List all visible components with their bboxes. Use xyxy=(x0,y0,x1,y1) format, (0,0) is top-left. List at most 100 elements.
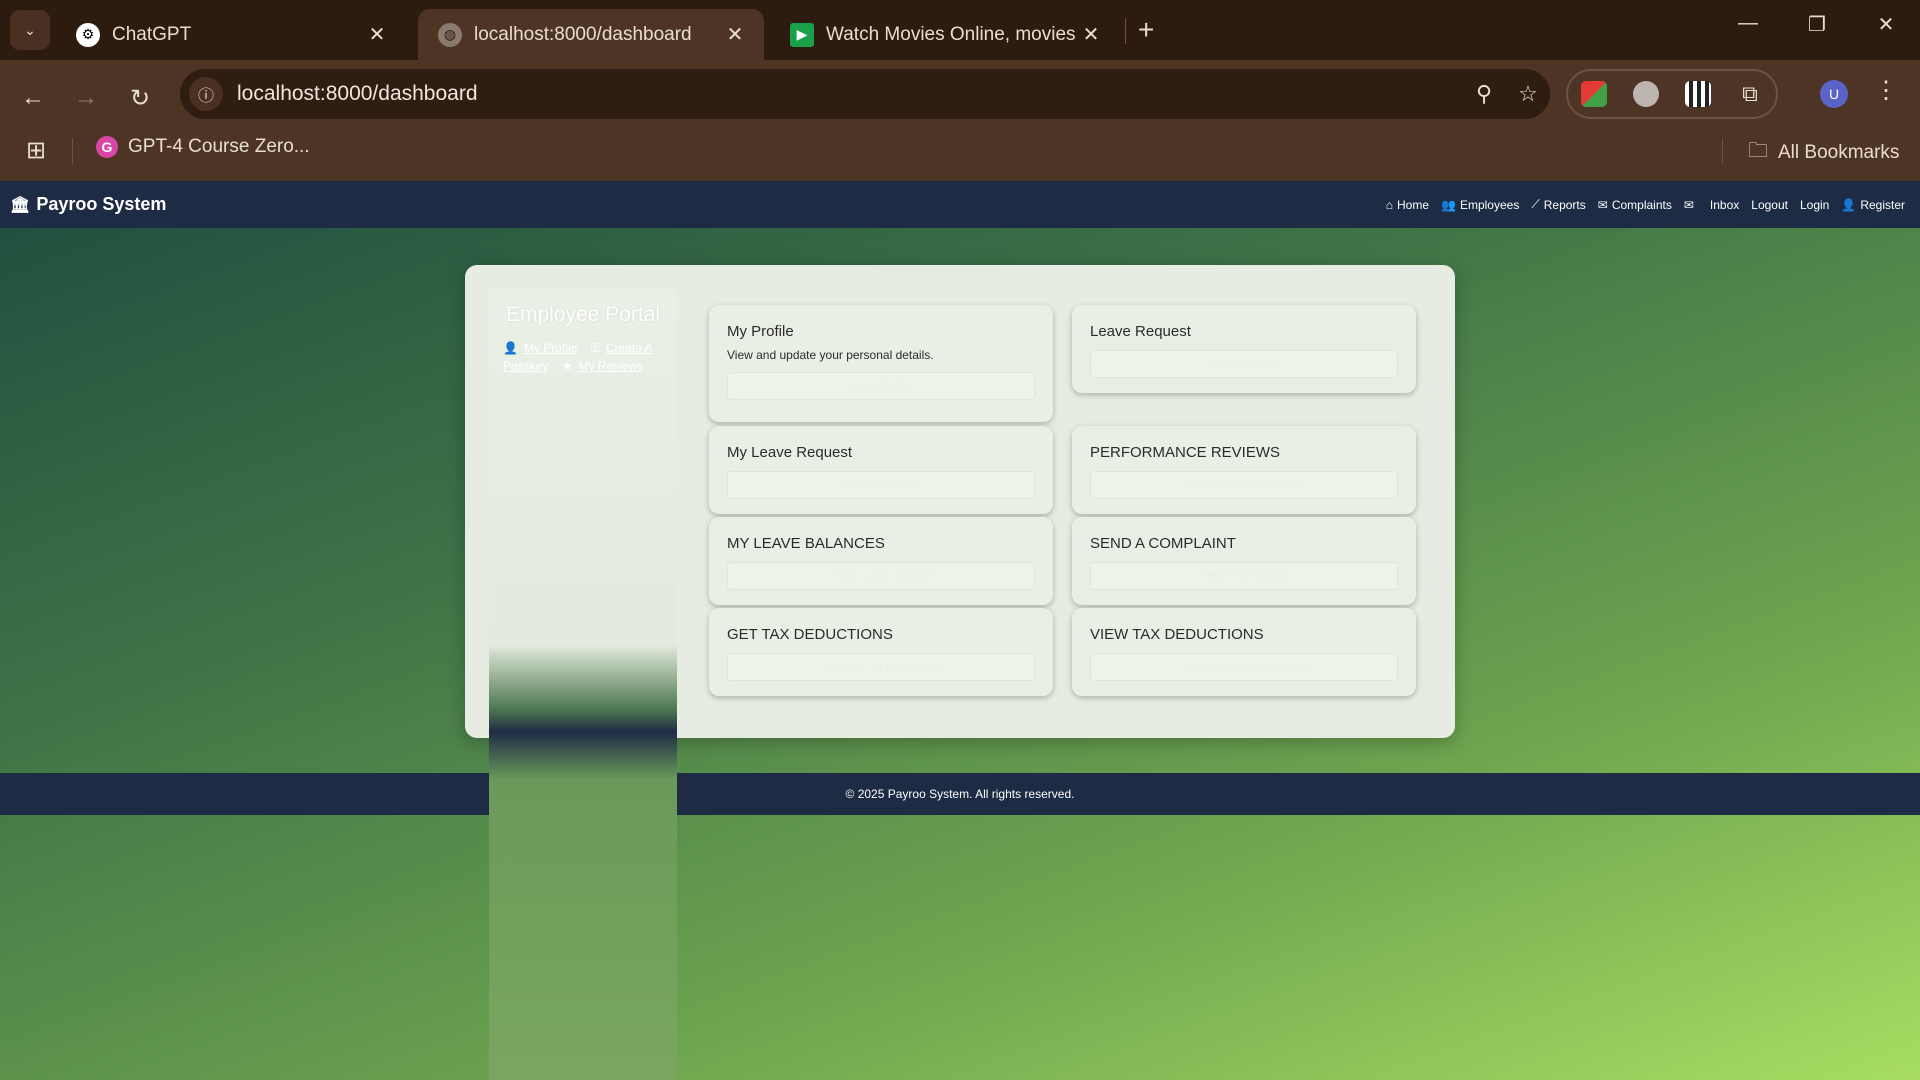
card-title: My Leave Request xyxy=(727,444,853,461)
nav-label: Logout xyxy=(1751,197,1788,212)
nav-login[interactable]: Login xyxy=(1800,198,1829,212)
nav-logout[interactable]: Logout xyxy=(1751,198,1788,212)
tab-search-button[interactable]: ⌄ xyxy=(10,10,50,50)
tab-dashboard[interactable]: ◍ localhost:8000/dashboard ✕ xyxy=(418,9,764,60)
mail-icon: ✉ xyxy=(1683,197,1694,212)
star-icon[interactable]: ☆ xyxy=(1506,81,1550,107)
employee-portal-sidebar: Employee Portal 👤 My Profile ⚿ Create A Pa… xyxy=(489,289,677,1080)
apps-grid-icon[interactable]: ⊞ xyxy=(26,136,46,165)
forward-button[interactable]: → xyxy=(68,80,104,116)
translate-extension-icon[interactable] xyxy=(1581,81,1607,107)
card-title: SEND A COMPLAINT xyxy=(1090,535,1236,552)
address-bar[interactable]: ⓘ localhost:8000/dashboard ⚲ ☆ xyxy=(180,69,1550,119)
qr-code-icon[interactable] xyxy=(1685,81,1711,107)
nav-label: Register xyxy=(1860,197,1905,212)
card-title: MY LEAVE BALANCES xyxy=(727,535,885,552)
nav-employees[interactable]: 👥 Employees xyxy=(1441,198,1519,212)
app-navbar: 🏛 Payroo System ⌂ Home 👥 Employees ⟋ Report… xyxy=(0,181,1920,228)
card-title: PERFORMANCE REVIEWS xyxy=(1090,444,1281,461)
reload-button[interactable]: ↻ xyxy=(122,80,158,116)
g-logo-icon: G xyxy=(96,136,118,158)
play-icon: ▶ xyxy=(790,22,814,47)
card-get-tax-deductions: GET TAX DEDUCTIONS Get your Tax Deductio… xyxy=(709,608,1053,696)
nav-mail[interactable]: ✉ xyxy=(1684,198,1698,212)
card-title: My Profile xyxy=(727,323,794,340)
leave-requests-button[interactable]: Leave Requests xyxy=(727,471,1035,499)
chart-icon: ⟋ xyxy=(1531,197,1540,211)
card-my-leave-request: My Leave Request Leave Requests xyxy=(709,426,1053,514)
nav-label: Login xyxy=(1799,197,1830,212)
go-to-profile-button[interactable]: Go to Profile xyxy=(727,372,1035,400)
sidebar-link-my-profile[interactable]: My Profile xyxy=(524,341,577,355)
chatgpt-icon: ⚙ xyxy=(76,22,100,47)
globe-icon: ◍ xyxy=(438,22,462,47)
close-icon[interactable]: ✕ xyxy=(1078,22,1104,47)
info-icon[interactable]: ⓘ xyxy=(189,77,223,111)
nav-label: Inbox xyxy=(1709,197,1740,212)
card-view-tax-deductions: VIEW TAX DEDUCTIONS View your Tax Deduct… xyxy=(1072,608,1416,696)
nav-home[interactable]: ⌂ Home xyxy=(1386,198,1429,212)
request-leave-button[interactable]: Request Leave xyxy=(1090,350,1398,378)
tab-title: Watch Movies Online, movies s xyxy=(826,23,1078,45)
tab-movies[interactable]: ▶ Watch Movies Online, movies s ✕ xyxy=(770,9,1120,60)
get-tax-deductions-button[interactable]: Get your Tax Deductions xyxy=(727,653,1035,681)
home-icon: ⌂ xyxy=(1385,197,1393,212)
extensions-area: ⧉ xyxy=(1566,69,1778,119)
bookmark-separator xyxy=(72,138,73,164)
all-bookmarks-label: All Bookmarks xyxy=(1778,142,1900,163)
nav-label: Employees xyxy=(1459,197,1520,212)
tab-title: ChatGPT xyxy=(112,23,192,45)
star-icon: ★ xyxy=(561,359,573,373)
globe-extension-icon[interactable] xyxy=(1633,81,1659,107)
bookmark-label: GPT-4 Course Zero... xyxy=(128,136,310,157)
nav-label: Complaints xyxy=(1611,197,1672,212)
profile-avatar[interactable]: U xyxy=(1820,80,1848,108)
users-icon: 👥 xyxy=(1441,197,1456,212)
all-bookmarks-button[interactable]: 🗀 All Bookmarks xyxy=(1748,136,1899,170)
envelope-icon: ✉ xyxy=(1597,197,1608,212)
tab-separator xyxy=(1125,18,1126,44)
close-icon[interactable]: ✕ xyxy=(364,22,390,47)
footer: © 2025 Payroo System. All rights reserve… xyxy=(0,773,1920,815)
card-performance-reviews: PERFORMANCE REVIEWS My Performance Ratin… xyxy=(1072,426,1416,514)
view-tax-deductions-button[interactable]: View your Tax Deductions xyxy=(1090,653,1398,681)
nav-label: Reports xyxy=(1543,197,1586,212)
bookmark-separator xyxy=(1722,138,1723,164)
url-text[interactable]: localhost:8000/dashboard xyxy=(237,82,1462,106)
performance-ratings-button[interactable]: My Performance Ratings xyxy=(1090,471,1398,499)
footer-text: © 2025 Payroo System. All rights reserve… xyxy=(845,787,1075,801)
restore-button[interactable]: ❐ xyxy=(1797,12,1837,37)
browser-toolbar: ← → ↻ ⓘ localhost:8000/dashboard ⚲ ☆ ⧉ U… xyxy=(0,60,1920,190)
card-my-leave-balances: MY LEAVE BALANCES Check Leave Balance xyxy=(709,517,1053,605)
nav-label: Home xyxy=(1396,197,1429,212)
nav-register[interactable]: 👤 Register xyxy=(1841,198,1905,212)
sidebar-link-my-reviews[interactable]: My Reviews xyxy=(578,359,643,373)
user-icon: 👤 xyxy=(503,341,518,355)
nav-complaints[interactable]: ✉ Complaints xyxy=(1598,198,1672,212)
zoom-icon[interactable]: ⚲ xyxy=(1462,81,1506,107)
key-icon: ⚿ xyxy=(590,341,600,355)
folder-icon: 🗀 xyxy=(1748,140,1768,162)
card-title: GET TAX DEDUCTIONS xyxy=(727,626,893,643)
new-tab-button[interactable]: + xyxy=(1138,14,1154,46)
brand-name: Payroo System xyxy=(36,194,167,214)
close-window-button[interactable]: ✕ xyxy=(1866,12,1906,37)
puzzle-icon[interactable]: ⧉ xyxy=(1737,81,1763,107)
check-leave-balance-button[interactable]: Check Leave Balance xyxy=(727,562,1035,590)
card-title: VIEW TAX DEDUCTIONS xyxy=(1090,626,1264,643)
tab-chatgpt[interactable]: ⚙ ChatGPT ✕ xyxy=(56,9,406,60)
card-my-profile: My Profile View and update your personal… xyxy=(709,305,1053,422)
send-complaint-button[interactable]: Send a Complaint xyxy=(1090,562,1398,590)
bookmark-item[interactable]: G GPT-4 Course Zero... xyxy=(96,136,310,158)
close-icon[interactable]: ✕ xyxy=(722,22,748,47)
minimize-button[interactable]: — xyxy=(1728,12,1768,35)
back-button[interactable]: ← xyxy=(15,80,51,116)
nav-inbox[interactable]: Inbox xyxy=(1710,198,1739,212)
menu-icon[interactable]: ⋮ xyxy=(1874,76,1898,105)
nav-reports[interactable]: ⟋ Reports xyxy=(1531,197,1585,212)
brand[interactable]: 🏛 Payroo System xyxy=(10,194,166,215)
bank-icon: 🏛 xyxy=(10,196,31,214)
tab-title: localhost:8000/dashboard xyxy=(474,23,692,45)
browser-tab-bar: ⌄ ⚙ ChatGPT ✕ ◍ localhost:8000/dashboard… xyxy=(0,0,1920,60)
chevron-down-icon: ⌄ xyxy=(24,21,36,38)
